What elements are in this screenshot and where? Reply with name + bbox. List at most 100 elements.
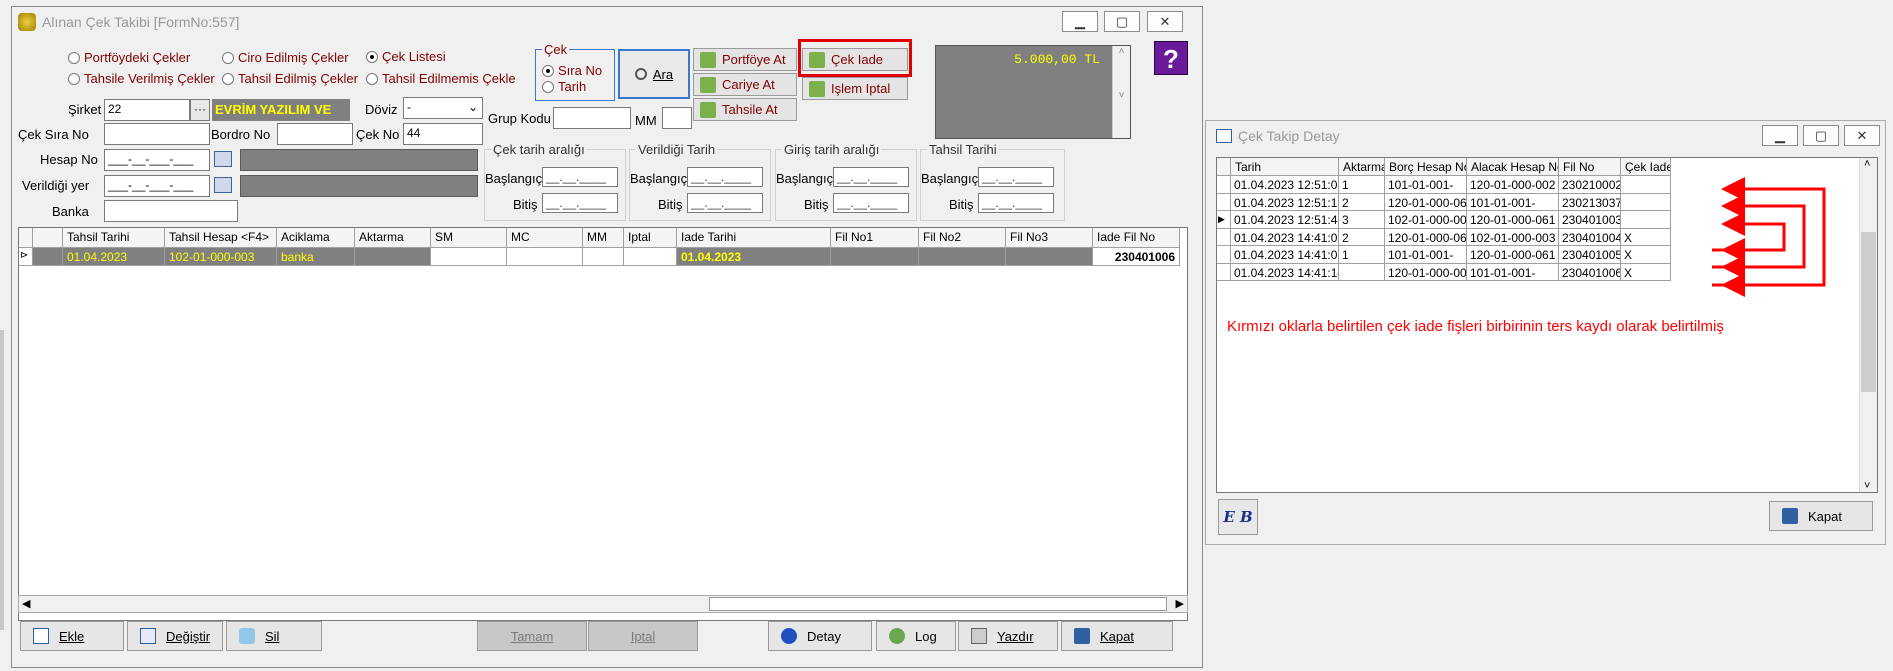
- detail-cell[interactable]: 01.04.2023 12:51:48: [1231, 211, 1339, 229]
- detail-cell[interactable]: 1: [1339, 176, 1385, 194]
- grid-cell[interactable]: [831, 248, 919, 266]
- scroll-left-icon[interactable]: ◀: [22, 597, 30, 610]
- grid-cell[interactable]: 01.04.2023: [677, 248, 831, 266]
- detail-row-indicator[interactable]: [1217, 176, 1231, 194]
- portfoye-at-button[interactable]: Portföye At: [693, 48, 797, 71]
- end-date-input[interactable]: __.__.____: [833, 193, 909, 213]
- detail-cell[interactable]: 102-01-000-003: [1385, 211, 1467, 229]
- detail-vertical-scrollbar[interactable]: ˄ ˅: [1859, 158, 1877, 492]
- mm-input[interactable]: [662, 107, 692, 129]
- radio-cek-listesi[interactable]: Çek Listesi: [366, 49, 446, 64]
- end-date-input[interactable]: __.__.____: [978, 193, 1054, 213]
- ara-button[interactable]: Ara: [618, 49, 690, 99]
- detail-header-cell[interactable]: Fil No: [1559, 158, 1621, 176]
- eb-logo-button[interactable]: E B: [1218, 499, 1258, 535]
- detail-cell[interactable]: 01.04.2023 12:51:13: [1231, 193, 1339, 211]
- grid-header-cell[interactable]: SM: [431, 228, 507, 248]
- detail-cell[interactable]: 01.04.2023 14:41:14: [1231, 263, 1339, 281]
- ekle-button[interactable]: Ekle: [20, 621, 124, 651]
- scroll-up-icon[interactable]: ˄: [1864, 158, 1870, 170]
- help-question-icon[interactable]: ?: [1154, 41, 1188, 75]
- detail-cell[interactable]: 120-01-000-061: [1467, 211, 1559, 229]
- radio-ciro[interactable]: Ciro Edilmiş Çekler: [222, 50, 349, 65]
- detail-row-indicator[interactable]: [1217, 228, 1231, 246]
- tahsile-at-button[interactable]: Tahsile At: [693, 98, 797, 121]
- log-button[interactable]: Log: [876, 621, 956, 651]
- start-date-input[interactable]: __.__.____: [542, 167, 618, 187]
- grid-header-cell[interactable]: Fil No1: [831, 228, 919, 248]
- grid-cell[interactable]: [1006, 248, 1093, 266]
- detail-close-button[interactable]: ✕: [1844, 125, 1880, 146]
- hesap-no-lookup-icon[interactable]: [214, 151, 232, 167]
- grid-cell[interactable]: 230401006: [1093, 248, 1180, 266]
- grid-cell[interactable]: [919, 248, 1006, 266]
- close-button[interactable]: ✕: [1147, 11, 1183, 32]
- detail-cell[interactable]: 230401006: [1559, 263, 1621, 281]
- detail-header-cell[interactable]: Alacak Hesap No: [1467, 158, 1559, 176]
- grid-cell[interactable]: 01.04.2023: [63, 248, 165, 266]
- detail-cell[interactable]: 230401003: [1559, 211, 1621, 229]
- detail-cell[interactable]: 101-01-001-: [1467, 263, 1559, 281]
- yazdir-button[interactable]: Yazdır: [958, 621, 1058, 651]
- detail-cell[interactable]: 01.04.2023 14:41:02: [1231, 228, 1339, 246]
- detail-minimize-button[interactable]: ▁: [1762, 125, 1798, 146]
- grid-header-cell[interactable]: [33, 228, 63, 248]
- grid-cell[interactable]: banka: [277, 248, 355, 266]
- detail-cell[interactable]: 230401004: [1559, 228, 1621, 246]
- detail-header-cell[interactable]: [1217, 158, 1231, 176]
- radio-tahsil-edilmis[interactable]: Tahsil Edilmiş Çekler: [222, 71, 358, 86]
- doviz-select[interactable]: - ⌄: [403, 97, 483, 119]
- grid-header-cell[interactable]: Fil No2: [919, 228, 1006, 248]
- detail-cell[interactable]: 01.04.2023 14:41:07: [1231, 246, 1339, 264]
- maximize-button[interactable]: ▢: [1104, 11, 1140, 32]
- row-indicator[interactable]: ⊳: [19, 248, 33, 266]
- banka-input[interactable]: [104, 200, 238, 222]
- detail-header-cell[interactable]: Tarih: [1231, 158, 1339, 176]
- detail-cell[interactable]: 120-01-000-002: [1467, 176, 1559, 194]
- grid-cell[interactable]: [583, 248, 624, 266]
- hesap-no-input[interactable]: ___-__-___-___: [104, 149, 210, 171]
- detail-cell[interactable]: 120-01-000-061: [1385, 193, 1467, 211]
- detail-cell[interactable]: 230213037: [1559, 193, 1621, 211]
- detail-kapat-button[interactable]: Kapat: [1769, 501, 1873, 531]
- grid-header-cell[interactable]: Tahsil Tarihi: [63, 228, 165, 248]
- horizontal-scrollbar[interactable]: ◀ ▶: [18, 595, 1188, 613]
- detail-cell[interactable]: 120-01-000-061: [1467, 246, 1559, 264]
- detail-cell[interactable]: X: [1621, 228, 1671, 246]
- grid-cell[interactable]: [507, 248, 583, 266]
- degistir-button[interactable]: Değiştir: [127, 621, 223, 651]
- detail-header-cell[interactable]: Aktarma: [1339, 158, 1385, 176]
- detail-cell[interactable]: X: [1621, 263, 1671, 281]
- detail-cell[interactable]: 120-01-000-002: [1385, 263, 1467, 281]
- detail-cell[interactable]: 101-01-001-: [1385, 176, 1467, 194]
- start-date-input[interactable]: __.__.____: [687, 167, 763, 187]
- grid-cell[interactable]: [355, 248, 431, 266]
- detail-header-cell[interactable]: Çek Iade: [1621, 158, 1671, 176]
- cek-iade-button[interactable]: Çek Iade: [802, 48, 908, 71]
- detail-cell[interactable]: [1621, 193, 1671, 211]
- detay-button[interactable]: Detay: [768, 621, 872, 651]
- detail-row-indicator[interactable]: [1217, 263, 1231, 281]
- detail-cell[interactable]: 230210002: [1559, 176, 1621, 194]
- detail-cell[interactable]: 101-01-001-: [1467, 193, 1559, 211]
- grid-header-cell[interactable]: Fil No3: [1006, 228, 1093, 248]
- radio-tahsile-verilmis[interactable]: Tahsile Verilmiş Çekler: [68, 71, 215, 86]
- detail-row-indicator[interactable]: [1217, 193, 1231, 211]
- detail-cell[interactable]: 2: [1339, 228, 1385, 246]
- radio-sira-no[interactable]: Sıra No: [542, 63, 602, 78]
- grid-cell[interactable]: [33, 248, 63, 266]
- grid-header-cell[interactable]: MC: [507, 228, 583, 248]
- grid-header-cell[interactable]: Tahsil Hesap <F4>: [165, 228, 277, 248]
- start-date-input[interactable]: __.__.____: [833, 167, 909, 187]
- scroll-right-icon[interactable]: ▶: [1176, 597, 1184, 610]
- grid-header-cell[interactable]: Iptal: [624, 228, 677, 248]
- detail-cell[interactable]: 01.04.2023 12:51:08: [1231, 176, 1339, 194]
- end-date-input[interactable]: __.__.____: [542, 193, 618, 213]
- grid-header-cell[interactable]: MM: [583, 228, 624, 248]
- radio-portfoydeki[interactable]: Portföydeki Çekler: [68, 50, 190, 65]
- detail-cell[interactable]: 1: [1339, 246, 1385, 264]
- end-date-input[interactable]: __.__.____: [687, 193, 763, 213]
- grid-cell[interactable]: 102-01-000-003: [165, 248, 277, 266]
- grid-cell[interactable]: [624, 248, 677, 266]
- grup-kodu-input[interactable]: [553, 107, 631, 129]
